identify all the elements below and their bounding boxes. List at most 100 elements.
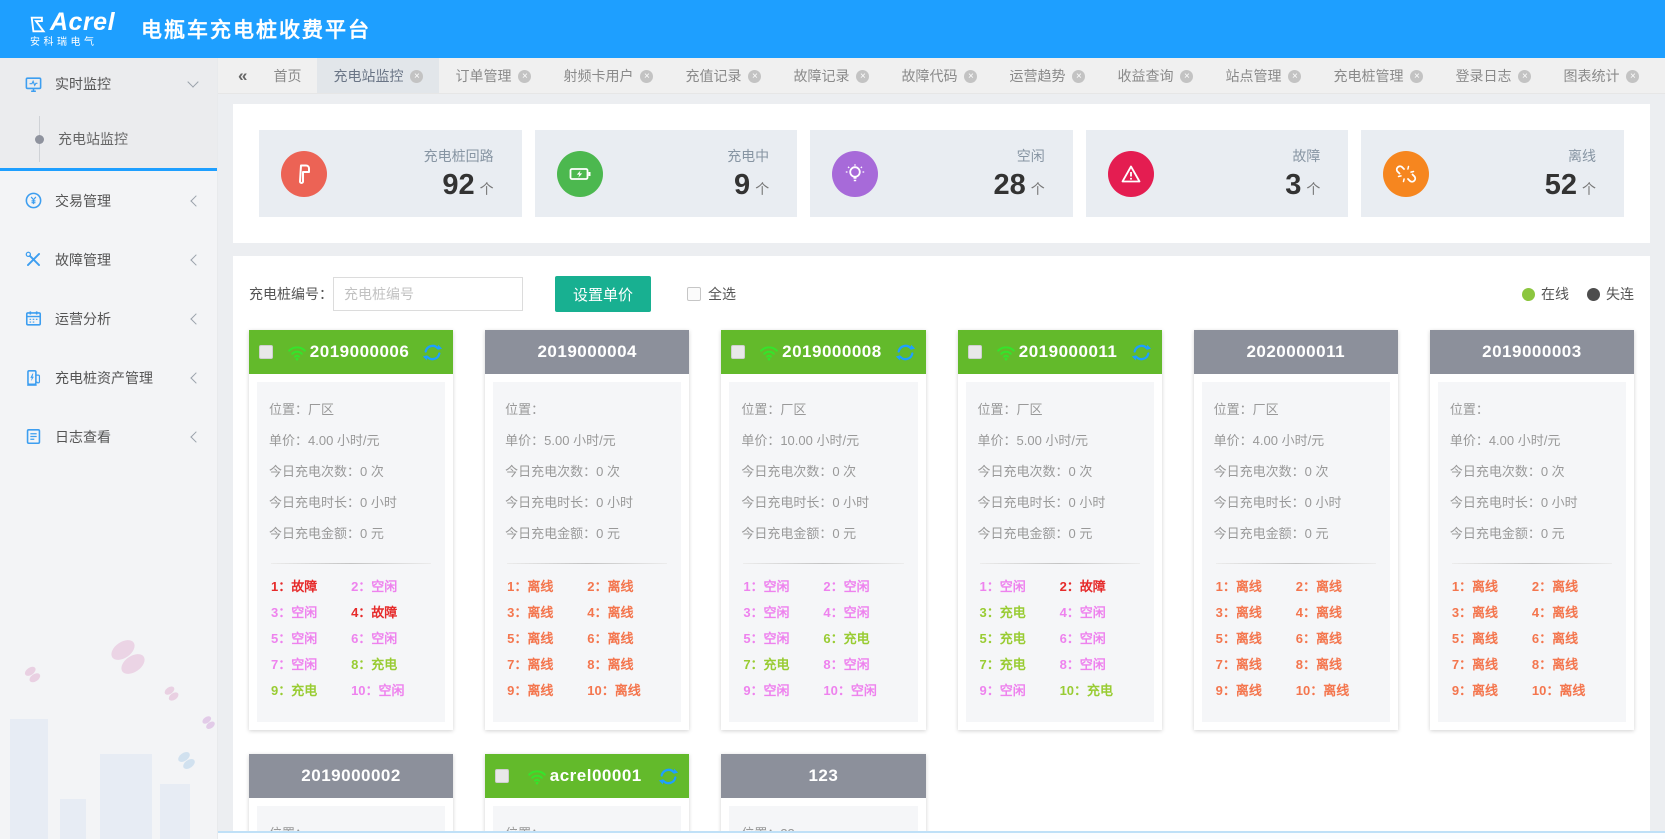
refresh-icon[interactable] <box>422 342 443 363</box>
tab-close-icon[interactable]: × <box>1180 70 1193 83</box>
tab-item[interactable]: 首页 × <box>257 58 317 94</box>
refresh-icon[interactable] <box>658 766 679 787</box>
sidebar-item-realtime-monitor[interactable]: 实时监控 <box>0 58 217 110</box>
stat-card-idle: 空闲 28个 <box>810 130 1073 217</box>
tab-close-icon[interactable]: × <box>1518 70 1531 83</box>
pile-card-header[interactable]: 123 <box>721 754 925 798</box>
butterfly-decoration <box>175 749 199 773</box>
port-status: 1：离线 <box>1216 574 1296 600</box>
pile-card: 2019000002 <box>249 754 453 839</box>
pile-card: acrel00001 <box>485 754 689 839</box>
tab-close-icon[interactable]: × <box>748 70 761 83</box>
port-status: 5：充电 <box>980 626 1060 652</box>
pile-card-header[interactable]: 2019000004 <box>485 330 689 374</box>
tab-close-icon[interactable]: × <box>964 70 977 83</box>
tab-label: 图表统计 <box>1563 66 1619 86</box>
pile-id: acrel00001 <box>550 766 642 786</box>
pile-info-line: 单价：5.00 小时/元 <box>978 425 1142 456</box>
pile-card-grid: 2019000006 <box>249 330 1634 839</box>
pile-card-header[interactable]: 2019000011 <box>958 330 1162 374</box>
pile-id: 2019000008 <box>782 342 882 362</box>
tab-item[interactable]: 站点管理 × <box>1209 58 1317 94</box>
tab-bar: « 首页 × 充电站监控 × 订单管理 × <box>218 58 1665 94</box>
port-status: 1：离线 <box>507 574 587 600</box>
tab-close-icon[interactable]: × <box>410 70 423 83</box>
port-status: 9：离线 <box>1452 678 1532 704</box>
butterfly-decoration <box>200 714 218 732</box>
port-status: 4：空闲 <box>823 600 903 626</box>
pile-info-list: 位置：厂区 单价：4.00 小时/元 今日充电次数：0 次 今日充电时长：0 小… <box>1214 394 1378 549</box>
pile-number-input[interactable] <box>333 277 523 311</box>
sidebar-item-pile-asset-mgmt[interactable]: 充电桩资产管理 <box>0 348 217 407</box>
pile-info-line: 今日充电时长：0 小时 <box>1450 487 1614 518</box>
sidebar-item-transaction-mgmt[interactable]: 交易管理 <box>0 171 217 230</box>
active-dot-icon <box>35 135 44 144</box>
tabs-collapse-icon[interactable]: « <box>228 66 257 86</box>
tab-item[interactable]: 充值记录 × <box>669 58 777 94</box>
tab-close-icon[interactable]: × <box>640 70 653 83</box>
sidebar-subitem-station-monitor[interactable]: 充电站监控 <box>0 110 217 168</box>
refresh-icon[interactable] <box>895 342 916 363</box>
pile-card: 2019000003 <box>1430 330 1634 730</box>
pile-card-header[interactable]: 2019000003 <box>1430 330 1634 374</box>
select-all-checkbox[interactable] <box>687 287 701 301</box>
pile-card-header[interactable]: 2019000002 <box>249 754 453 798</box>
tab-item[interactable]: 订单管理 × <box>439 58 547 94</box>
stat-value: 3 <box>1285 169 1301 201</box>
monitor-icon <box>24 75 43 94</box>
stat-card-offline: 离线 52个 <box>1361 130 1624 217</box>
tab-label: 充电站监控 <box>333 66 403 86</box>
tab-item[interactable]: 充电站监控 × <box>317 58 439 94</box>
legend-item: 失连 <box>1587 284 1634 304</box>
sidebar-item-label: 运营分析 <box>55 309 192 329</box>
pile-card-header[interactable]: 2019000006 <box>249 330 453 374</box>
stat-card-pile-circuits: 充电桩回路 92个 <box>259 130 522 217</box>
charging-pile-icon <box>24 368 43 387</box>
pile-card-header[interactable]: 2019000008 <box>721 330 925 374</box>
tab-close-icon[interactable]: × <box>856 70 869 83</box>
tab-close-icon[interactable]: × <box>1288 70 1301 83</box>
tab-item[interactable]: 故障代码 × <box>885 58 993 94</box>
tab-item[interactable]: 收益查询 × <box>1101 58 1209 94</box>
chevron-left-icon <box>190 195 201 206</box>
sidebar-item-log-view[interactable]: 日志查看 <box>0 407 217 466</box>
tab-item[interactable]: 运营趋势 × <box>993 58 1101 94</box>
tab-item[interactable]: 充电桩管理 × <box>1317 58 1439 94</box>
sidebar-item-label: 交易管理 <box>55 191 192 211</box>
tab-close-icon[interactable]: × <box>1626 70 1639 83</box>
set-price-button[interactable]: 设置单价 <box>555 276 651 312</box>
port-status: 3：离线 <box>1452 600 1532 626</box>
pile-id: 2020000011 <box>1246 342 1345 362</box>
pile-info-line: 今日充电时长：0 小时 <box>978 487 1142 518</box>
pile-info-line: 今日充电金额：0 元 <box>269 518 433 549</box>
pile-card-header[interactable]: 2020000011 <box>1194 330 1398 374</box>
port-status: 5：离线 <box>1452 626 1532 652</box>
port-status: 4：离线 <box>587 600 667 626</box>
sidebar-item-label: 日志查看 <box>55 427 192 447</box>
logo-text: Acrel <box>50 10 115 35</box>
pile-select-checkbox[interactable] <box>259 345 273 359</box>
port-status: 6：空闲 <box>1060 626 1140 652</box>
tab-close-icon[interactable]: × <box>518 70 531 83</box>
pile-card-header[interactable]: acrel00001 <box>485 754 689 798</box>
horizontal-scrollbar[interactable] <box>218 831 1665 839</box>
tab-close-icon[interactable]: × <box>1410 70 1423 83</box>
tab-item[interactable]: 登录日志 × <box>1439 58 1547 94</box>
select-all-label: 全选 <box>708 284 736 304</box>
port-status: 7：空闲 <box>271 652 351 678</box>
tab-item[interactable]: 故障记录 × <box>777 58 885 94</box>
select-all-control[interactable]: 全选 <box>687 284 736 304</box>
tab-close-icon[interactable]: × <box>1072 70 1085 83</box>
stat-unit: 个 <box>1031 181 1045 197</box>
tab-item[interactable]: 图表统计 × <box>1547 58 1655 94</box>
pile-port-grid: 1：离线 2：离线 3：离线 4：离线 5：离线 <box>1450 574 1614 704</box>
sidebar-item-fault-mgmt[interactable]: 故障管理 <box>0 230 217 289</box>
sidebar-item-operation-analysis[interactable]: 运营分析 <box>0 289 217 348</box>
legend-dot-icon <box>1522 288 1535 301</box>
pile-select-checkbox[interactable] <box>968 345 982 359</box>
tab-item[interactable]: 访问日志 × <box>1655 58 1665 94</box>
pile-select-checkbox[interactable] <box>495 769 509 783</box>
refresh-icon[interactable] <box>1131 342 1152 363</box>
tab-item[interactable]: 射频卡用户 × <box>547 58 669 94</box>
pile-select-checkbox[interactable] <box>731 345 745 359</box>
